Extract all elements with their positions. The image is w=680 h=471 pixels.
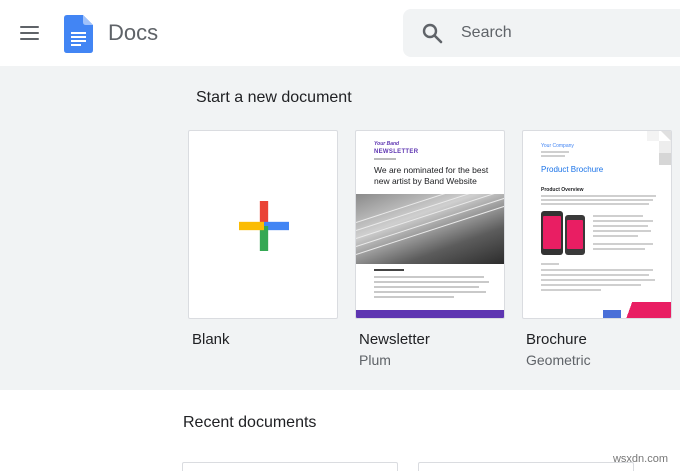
main-menu-button[interactable] [14, 18, 46, 50]
template-subtitle: Plum [359, 352, 391, 368]
app-title[interactable]: Docs [108, 20, 158, 46]
search-bar[interactable] [403, 9, 680, 57]
watermark: wsxdn.com [612, 453, 668, 465]
template-title: Newsletter [359, 331, 430, 348]
template-newsletter[interactable]: Your Band NEWSLETTER We are nominated fo… [355, 130, 505, 368]
guitar-photo [356, 194, 504, 264]
template-subtitle: Geometric [526, 352, 591, 368]
search-input[interactable] [461, 21, 661, 45]
template-title: Brochure [526, 331, 587, 348]
template-title: Blank [192, 331, 230, 348]
template-section-title: Start a new document [196, 89, 352, 106]
recent-section-title: Recent documents [183, 414, 317, 431]
newsletter-name: NEWSLETTER [374, 149, 419, 155]
template-blank[interactable]: Blank [188, 130, 338, 348]
template-brochure[interactable]: Your Company Product Brochure Product Ov… [522, 130, 672, 368]
template-thumbnail[interactable]: Your Band NEWSLETTER We are nominated fo… [355, 130, 505, 319]
recent-document-card[interactable] [182, 462, 398, 471]
newsletter-brand: Your Band [374, 141, 400, 147]
geometric-corner [647, 131, 671, 165]
docs-logo-icon[interactable] [64, 15, 93, 53]
recent-document-card[interactable] [418, 462, 634, 471]
menu-icon [20, 26, 39, 28]
search-icon[interactable] [420, 21, 444, 45]
brochure-title: Product Brochure [541, 165, 604, 174]
brochure-overview: Product Overview [541, 187, 584, 193]
template-thumbnail[interactable]: Your Company Product Brochure Product Ov… [522, 130, 672, 319]
newsletter-headline: We are nominated for the best new artist… [374, 165, 489, 186]
brochure-company: Your Company [541, 143, 574, 149]
template-thumbnail[interactable] [188, 130, 338, 319]
template-gallery: Start a new document Blank Your Band NEW… [0, 66, 680, 390]
plus-icon [239, 201, 289, 251]
phone-image [541, 211, 563, 255]
app-header: Docs [0, 0, 680, 66]
